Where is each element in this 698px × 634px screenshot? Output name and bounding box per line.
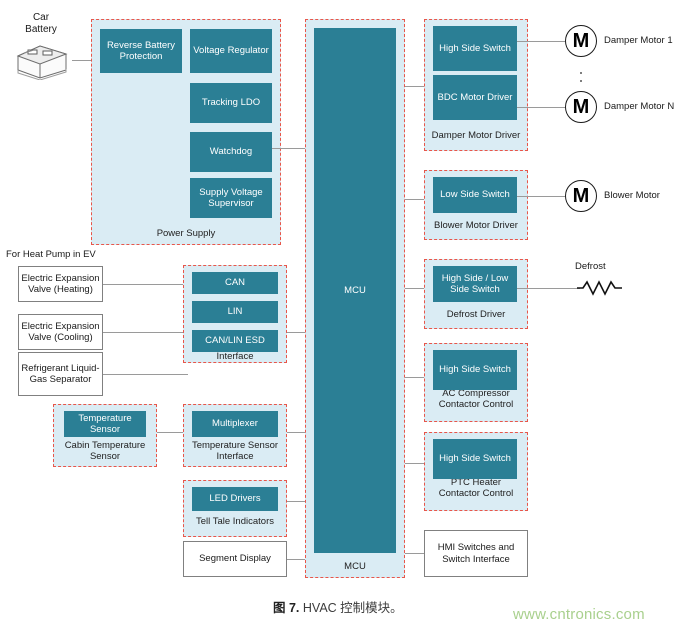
block-defrost-high-low-side-switch[interactable]: High Side / Low Side Switch — [433, 266, 517, 302]
box-segment-display-label: Segment Display — [199, 553, 271, 565]
figure-caption-prefix: 图 7. — [273, 601, 300, 615]
wire-cabin-sensor-to-mux — [157, 432, 183, 433]
block-voltage-regulator[interactable]: Voltage Regulator — [190, 29, 272, 73]
wire-mcu-to-hmi — [405, 553, 425, 554]
damper-motor-n-symbol: M — [572, 95, 590, 118]
wire-mcu-to-ac-compressor — [405, 377, 425, 378]
damper-motor-1-icon: M — [565, 25, 597, 57]
block-bdc-motor-driver[interactable]: BDC Motor Driver — [433, 75, 517, 120]
group-mcu-label: MCU — [344, 561, 366, 572]
block-supply-voltage-supervisor[interactable]: Supply Voltage Supervisor — [190, 178, 272, 218]
damper-motor-n-icon: M — [565, 91, 597, 123]
wire-eev-heating-to-comm — [103, 284, 188, 285]
site-watermark: www.cntronics.com — [513, 606, 645, 623]
defrost-label: Defrost — [575, 261, 606, 272]
box-electric-expansion-valve-heating[interactable]: Electric Expansion Valve (Heating) — [18, 266, 103, 302]
wire-blower-driver-to-motor — [517, 196, 565, 197]
blower-motor-label: Blower Motor — [604, 190, 660, 201]
resistor-icon — [577, 279, 627, 297]
wire-damper-driver-to-motor-1 — [517, 41, 565, 42]
figure-caption-text: HVAC 控制模块。 — [302, 601, 403, 615]
group-defrost-driver-label: Defrost Driver — [446, 309, 506, 320]
block-temperature-sensor[interactable]: Temperature Sensor — [64, 411, 146, 437]
block-reverse-battery-protection[interactable]: Reverse Battery Protection — [100, 29, 182, 73]
box-electric-expansion-valve-heating-label: Electric Expansion Valve (Heating) — [21, 272, 100, 296]
box-segment-display[interactable]: Segment Display — [183, 541, 287, 577]
car-battery-icon — [10, 40, 72, 80]
block-ptc-heater-high-side-switch[interactable]: High Side Switch — [433, 439, 517, 479]
group-cabin-temperature-sensor-label: Cabin Temperature Sensor — [64, 440, 146, 462]
box-electric-expansion-valve-cooling-label: Electric Expansion Valve (Cooling) — [21, 320, 100, 344]
block-can-lin-esd[interactable]: CAN/LIN ESD — [192, 330, 278, 352]
damper-motor-1-label: Damper Motor 1 — [604, 35, 673, 46]
block-lin[interactable]: LIN — [192, 301, 278, 323]
wire-mcu-to-defrost-driver — [405, 288, 425, 289]
group-damper-motor-driver-label: Damper Motor Driver — [431, 130, 521, 141]
blower-motor-symbol: M — [572, 184, 590, 207]
wire-damper-driver-to-motor-n — [517, 107, 565, 108]
wire-refrigerant-to-comm — [103, 374, 188, 375]
damper-motor-n-label: Damper Motor N — [604, 101, 675, 112]
ellipsis-dot-2 — [580, 80, 582, 82]
block-can[interactable]: CAN — [192, 272, 278, 294]
box-refrigerant-liquid-gas-separator-label: Refrigerant Liquid-Gas Separator — [21, 362, 100, 386]
wire-mcu-to-ptc-heater — [405, 463, 425, 464]
block-multiplexer[interactable]: Multiplexer — [192, 411, 278, 437]
car-battery-label: Car Battery — [8, 12, 74, 36]
block-tracking-ldo[interactable]: Tracking LDO — [190, 83, 272, 123]
car-battery-label-line2: Battery — [25, 24, 57, 35]
group-tell-tale-indicators-label: Tell Tale Indicators — [196, 516, 274, 527]
group-temperature-sensor-interface-label: Temperature Sensor Interface — [191, 440, 279, 462]
car-battery-label-line1: Car — [32, 12, 50, 23]
ellipsis-dot-1 — [580, 72, 582, 74]
hvac-block-diagram: Car Battery Power Supply Reverse Battery… — [0, 0, 698, 634]
wire-mcu-to-blower-driver — [405, 199, 425, 200]
group-power-supply-label: Power Supply — [156, 228, 216, 239]
group-blower-motor-driver-label: Blower Motor Driver — [434, 220, 518, 231]
figure-caption: 图 7. HVAC 控制模块。 — [273, 597, 403, 616]
damper-motor-1-symbol: M — [572, 29, 590, 52]
block-mcu[interactable]: MCU — [314, 28, 396, 553]
wire-eev-cooling-to-comm — [103, 332, 188, 333]
group-ptc-heater-contactor-control-label: PTC Heater Contactor Control — [438, 477, 514, 499]
blower-motor-icon: M — [565, 180, 597, 212]
box-hmi-switches-label: HMI Switches and Switch Interface — [437, 542, 515, 565]
block-watchdog[interactable]: Watchdog — [190, 132, 272, 172]
box-hmi-switches[interactable]: HMI Switches and Switch Interface — [424, 530, 528, 577]
heat-pump-note: For Heat Pump in EV — [6, 249, 96, 260]
block-low-side-switch[interactable]: Low Side Switch — [433, 177, 517, 213]
block-damper-high-side-switch[interactable]: High Side Switch — [433, 26, 517, 71]
box-refrigerant-liquid-gas-separator[interactable]: Refrigerant Liquid-Gas Separator — [18, 352, 103, 396]
block-ac-compressor-high-side-switch[interactable]: High Side Switch — [433, 350, 517, 390]
group-ac-compressor-contactor-control-label: AC Compressor Contactor Control — [438, 388, 514, 410]
block-led-drivers[interactable]: LED Drivers — [192, 487, 278, 511]
wire-mcu-to-damper-driver — [405, 86, 425, 87]
wire-defrost-driver-to-load — [517, 288, 580, 289]
box-electric-expansion-valve-cooling[interactable]: Electric Expansion Valve (Cooling) — [18, 314, 103, 350]
